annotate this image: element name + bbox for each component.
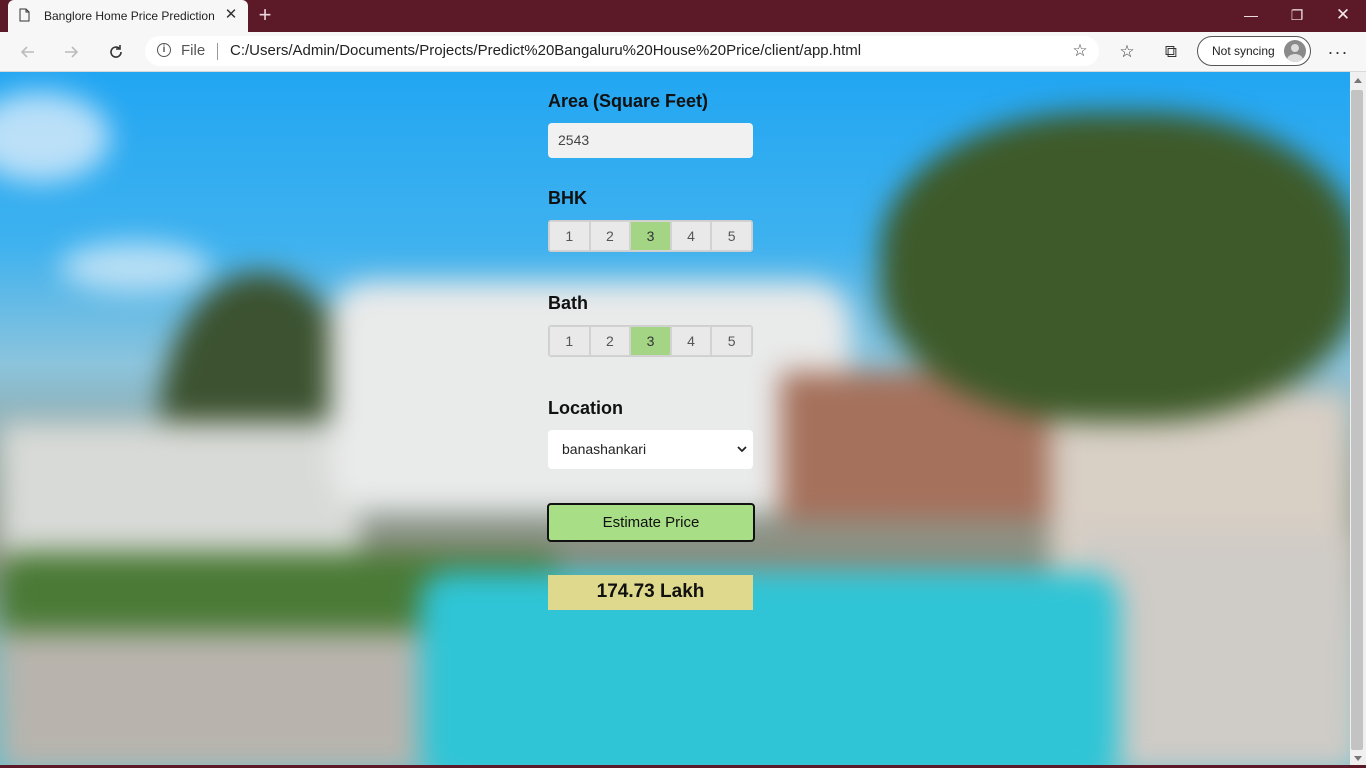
bath-option[interactable]: 5 bbox=[711, 326, 752, 356]
bhk-option[interactable]: 1 bbox=[549, 221, 590, 251]
location-select[interactable]: banashankari bbox=[548, 430, 753, 469]
more-menu-icon[interactable]: ··· bbox=[1327, 41, 1349, 63]
reload-icon[interactable] bbox=[102, 38, 130, 66]
area-input[interactable]: 2543 bbox=[548, 123, 753, 158]
forward-arrow-icon[interactable] bbox=[57, 38, 85, 66]
browser-titlebar: Banglore Home Price Prediction ✕ + — ❐ ✕ bbox=[0, 0, 1366, 32]
collections-icon[interactable]: ⧉ bbox=[1160, 41, 1182, 63]
browser-toolbar: i File C:/Users/Admin/Documents/Projects… bbox=[0, 32, 1366, 72]
avatar bbox=[1284, 40, 1306, 62]
browser-tab[interactable]: Banglore Home Price Prediction ✕ bbox=[8, 0, 248, 32]
background-image bbox=[0, 72, 1350, 768]
location-value: banashankari bbox=[562, 441, 647, 457]
estimate-price-button[interactable]: Estimate Price bbox=[547, 503, 755, 542]
bath-option-selected[interactable]: 3 bbox=[630, 326, 671, 356]
back-arrow-icon[interactable] bbox=[14, 38, 42, 66]
tab-close-icon[interactable]: ✕ bbox=[223, 7, 239, 23]
page-scrollbar[interactable] bbox=[1350, 72, 1366, 768]
address-bar[interactable]: i File C:/Users/Admin/Documents/Projects… bbox=[145, 36, 1099, 66]
tab-title: Banglore Home Price Prediction bbox=[44, 9, 215, 23]
scroll-down-arrow-icon[interactable] bbox=[1354, 756, 1362, 761]
profile-label: Not syncing bbox=[1212, 44, 1275, 58]
add-favorite-icon[interactable]: ☆ bbox=[1070, 41, 1090, 61]
close-window-button[interactable]: ✕ bbox=[1320, 0, 1366, 32]
location-label: Location bbox=[548, 398, 623, 418]
bath-option[interactable]: 4 bbox=[670, 326, 712, 356]
bhk-label: BHK bbox=[548, 188, 587, 208]
chevron-down-icon bbox=[737, 446, 747, 453]
new-tab-button[interactable]: + bbox=[255, 4, 275, 26]
bhk-option[interactable]: 5 bbox=[711, 221, 752, 251]
page-icon bbox=[19, 8, 30, 22]
address-separator bbox=[217, 43, 218, 60]
scheme-label: File bbox=[181, 42, 206, 59]
bhk-selector: 1 2 3 4 5 bbox=[548, 220, 753, 252]
minimize-button[interactable]: — bbox=[1228, 0, 1274, 32]
bhk-option-selected[interactable]: 3 bbox=[630, 221, 671, 251]
bath-label: Bath bbox=[548, 293, 588, 313]
area-label: Area (Square Feet) bbox=[548, 91, 709, 111]
scrollbar-thumb[interactable] bbox=[1351, 90, 1363, 750]
favorites-icon[interactable]: ☆ bbox=[1116, 41, 1138, 63]
profile-button[interactable]: Not syncing bbox=[1197, 36, 1311, 66]
estimated-price-result: 174.73 Lakh bbox=[548, 575, 753, 610]
bath-option[interactable]: 1 bbox=[549, 326, 590, 356]
bath-option[interactable]: 2 bbox=[589, 326, 631, 356]
url-text[interactable]: C:/Users/Admin/Documents/Projects/Predic… bbox=[230, 42, 861, 59]
page-viewport: Area (Square Feet) 2543 BHK 1 2 3 4 5 Ba… bbox=[0, 72, 1350, 768]
bhk-option[interactable]: 4 bbox=[670, 221, 712, 251]
maximize-button[interactable]: ❐ bbox=[1274, 0, 1320, 32]
bhk-option[interactable]: 2 bbox=[589, 221, 631, 251]
info-icon[interactable]: i bbox=[157, 43, 171, 57]
scroll-up-arrow-icon[interactable] bbox=[1354, 78, 1362, 83]
bath-selector: 1 2 3 4 5 bbox=[548, 325, 753, 357]
